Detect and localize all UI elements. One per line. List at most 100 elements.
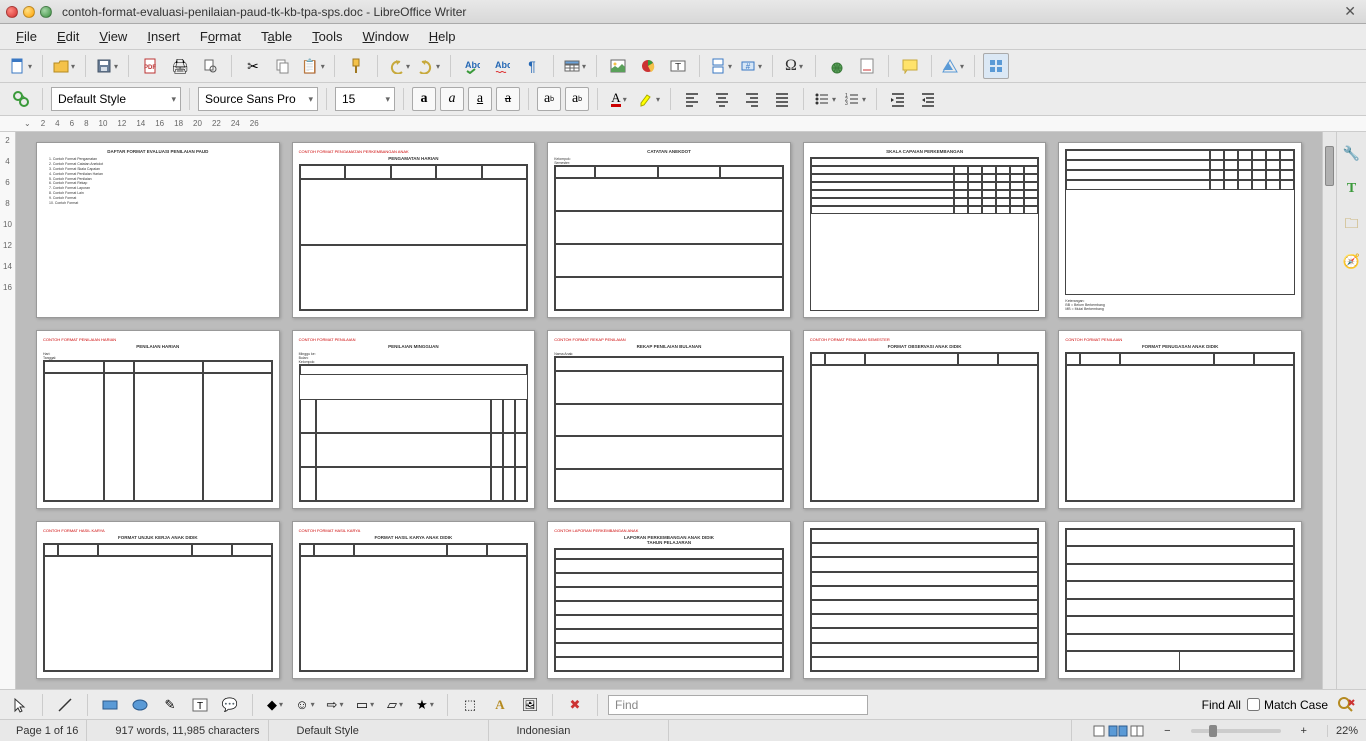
- view-layout-icons[interactable]: [1092, 724, 1144, 738]
- underline-button[interactable]: a: [468, 87, 492, 111]
- insert-textbox-button[interactable]: T: [665, 53, 691, 79]
- copy-button[interactable]: [270, 53, 296, 79]
- page-thumb[interactable]: [803, 521, 1047, 679]
- menu-help[interactable]: Help: [419, 26, 466, 47]
- insert-comment-button[interactable]: [897, 53, 923, 79]
- line-tool[interactable]: [53, 693, 77, 717]
- save-button[interactable]: [94, 53, 120, 79]
- page-thumb[interactable]: CONTOH FORMAT HASIL KARYA FORMAT UNJUK K…: [36, 521, 280, 679]
- basic-shapes-tool[interactable]: ◆: [263, 693, 287, 717]
- autospellcheck-button[interactable]: Abc: [489, 53, 515, 79]
- window-maximize-dot[interactable]: [40, 6, 52, 18]
- export-pdf-button[interactable]: PDF: [137, 53, 163, 79]
- menu-window[interactable]: Window: [353, 26, 419, 47]
- menu-file[interactable]: File: [6, 26, 47, 47]
- font-size-combo[interactable]: 15: [335, 87, 395, 111]
- align-left-button[interactable]: [679, 86, 705, 112]
- bullet-list-button[interactable]: [812, 86, 838, 112]
- page-thumb[interactable]: CONTOH FORMAT PENILAIAN SEMESTER FORMAT …: [803, 330, 1047, 509]
- open-button[interactable]: [51, 53, 77, 79]
- formatting-marks-button[interactable]: ¶: [519, 53, 545, 79]
- vertical-scrollbar[interactable]: [1322, 132, 1336, 689]
- paste-button[interactable]: 📋: [300, 53, 326, 79]
- clone-formatting-button[interactable]: [343, 53, 369, 79]
- sidebar-gallery-icon[interactable]: 🗀: [1341, 214, 1363, 236]
- freeform-tool[interactable]: ✎: [158, 693, 182, 717]
- cut-button[interactable]: ✂: [240, 53, 266, 79]
- print-preview-button[interactable]: [197, 53, 223, 79]
- star-shapes-tool[interactable]: ★: [413, 693, 437, 717]
- find-input[interactable]: Find: [608, 695, 868, 715]
- extrusion-tool[interactable]: ✖: [563, 693, 587, 717]
- page-thumb[interactable]: Keterangan:BB = Belum BerkembangMB = Mul…: [1058, 142, 1302, 318]
- ellipse-tool[interactable]: [128, 693, 152, 717]
- menu-tools[interactable]: Tools: [302, 26, 352, 47]
- arrow-shapes-tool[interactable]: ⇨: [323, 693, 347, 717]
- strikethrough-button[interactable]: a: [496, 87, 520, 111]
- page-thumb[interactable]: [1058, 521, 1302, 679]
- page-thumb[interactable]: CONTOH FORMAT PENILAIAN PENILAIAN MINGGU…: [292, 330, 536, 509]
- basic-shapes-button[interactable]: [940, 53, 966, 79]
- insert-field-button[interactable]: #: [738, 53, 764, 79]
- textbox-tool[interactable]: T: [188, 693, 212, 717]
- insert-chart-button[interactable]: [635, 53, 661, 79]
- menu-table[interactable]: Table: [251, 26, 302, 47]
- numbered-list-button[interactable]: 123: [842, 86, 868, 112]
- insert-table-button[interactable]: [562, 53, 588, 79]
- callout-shapes-tool[interactable]: ▱: [383, 693, 407, 717]
- sidebar-styles-icon[interactable]: T: [1341, 178, 1363, 200]
- hyperlink-button[interactable]: [824, 53, 850, 79]
- rect-tool[interactable]: [98, 693, 122, 717]
- callout-tool[interactable]: 💬: [218, 693, 242, 717]
- status-language[interactable]: Indonesian: [509, 720, 669, 741]
- page-thumb[interactable]: CONTOH FORMAT HASIL KARYA FORMAT HASIL K…: [292, 521, 536, 679]
- insert-pagebreak-button[interactable]: [708, 53, 734, 79]
- status-page[interactable]: Page 1 of 16: [8, 720, 87, 741]
- grid-view-button[interactable]: [983, 53, 1009, 79]
- flowchart-tool[interactable]: ▭: [353, 693, 377, 717]
- page-thumb[interactable]: CATATAN ANEKDOT Kelompok:Semester:: [547, 142, 791, 318]
- sidebar-navigator-icon[interactable]: 🧭: [1341, 250, 1363, 272]
- font-color-button[interactable]: A: [606, 86, 632, 112]
- page-thumb[interactable]: CONTOH FORMAT REKAP PENILAIAN REKAP PENI…: [547, 330, 791, 509]
- highlight-button[interactable]: [636, 86, 662, 112]
- align-justify-button[interactable]: [769, 86, 795, 112]
- page-thumb[interactable]: CONTOH FORMAT PENGAMATAN PERKEMBANGAN AN…: [292, 142, 536, 318]
- find-close-button[interactable]: [1334, 693, 1358, 717]
- zoom-in[interactable]: +: [1301, 725, 1307, 737]
- sidebar-properties-icon[interactable]: 🔧: [1341, 142, 1363, 164]
- page-thumb[interactable]: CONTOH FORMAT PENILAIAN FORMAT PENUGASAN…: [1058, 330, 1302, 509]
- spellcheck-button[interactable]: Abc: [459, 53, 485, 79]
- menu-format[interactable]: Format: [190, 26, 251, 47]
- page-thumb[interactable]: SKALA CAPAIAN PERKEMBANGAN: [803, 142, 1047, 318]
- status-style[interactable]: Default Style: [289, 720, 489, 741]
- document-close-button[interactable]: ✕: [1340, 3, 1360, 20]
- font-name-combo[interactable]: Source Sans Pro: [198, 87, 318, 111]
- zoom-percent[interactable]: 22%: [1327, 725, 1358, 737]
- align-right-button[interactable]: [739, 86, 765, 112]
- italic-button[interactable]: a: [440, 87, 464, 111]
- decrease-indent-button[interactable]: [915, 86, 941, 112]
- special-character-button[interactable]: Ω: [781, 53, 807, 79]
- page-thumb[interactable]: CONTOH LAPORAN PERKEMBANGAN ANAK LAPORAN…: [547, 521, 791, 679]
- status-wordcount[interactable]: 917 words, 11,985 characters: [107, 720, 268, 741]
- zoom-slider[interactable]: [1191, 729, 1281, 733]
- paragraph-style-combo[interactable]: Default Style: [51, 87, 181, 111]
- vertical-ruler[interactable]: 246810121416: [0, 132, 16, 689]
- redo-button[interactable]: [416, 53, 442, 79]
- window-close-dot[interactable]: [6, 6, 18, 18]
- menu-view[interactable]: View: [89, 26, 137, 47]
- from-file-tool[interactable]: 🖼: [518, 693, 542, 717]
- increase-indent-button[interactable]: [885, 86, 911, 112]
- bold-button[interactable]: a: [412, 87, 436, 111]
- horizontal-ruler[interactable]: ⌄2468101214161820222426: [0, 116, 1366, 132]
- find-all-button[interactable]: Find All: [1202, 698, 1241, 712]
- symbol-shapes-tool[interactable]: ☺: [293, 693, 317, 717]
- page-thumb[interactable]: DAFTAR FORMAT EVALUASI PENILAIAN PAUD 1.…: [36, 142, 280, 318]
- print-button[interactable]: 🖨: [167, 53, 193, 79]
- window-minimize-dot[interactable]: [23, 6, 35, 18]
- match-case-checkbox[interactable]: [1247, 698, 1260, 711]
- menu-edit[interactable]: Edit: [47, 26, 89, 47]
- find-replace-button[interactable]: [8, 86, 34, 112]
- select-tool[interactable]: [8, 693, 32, 717]
